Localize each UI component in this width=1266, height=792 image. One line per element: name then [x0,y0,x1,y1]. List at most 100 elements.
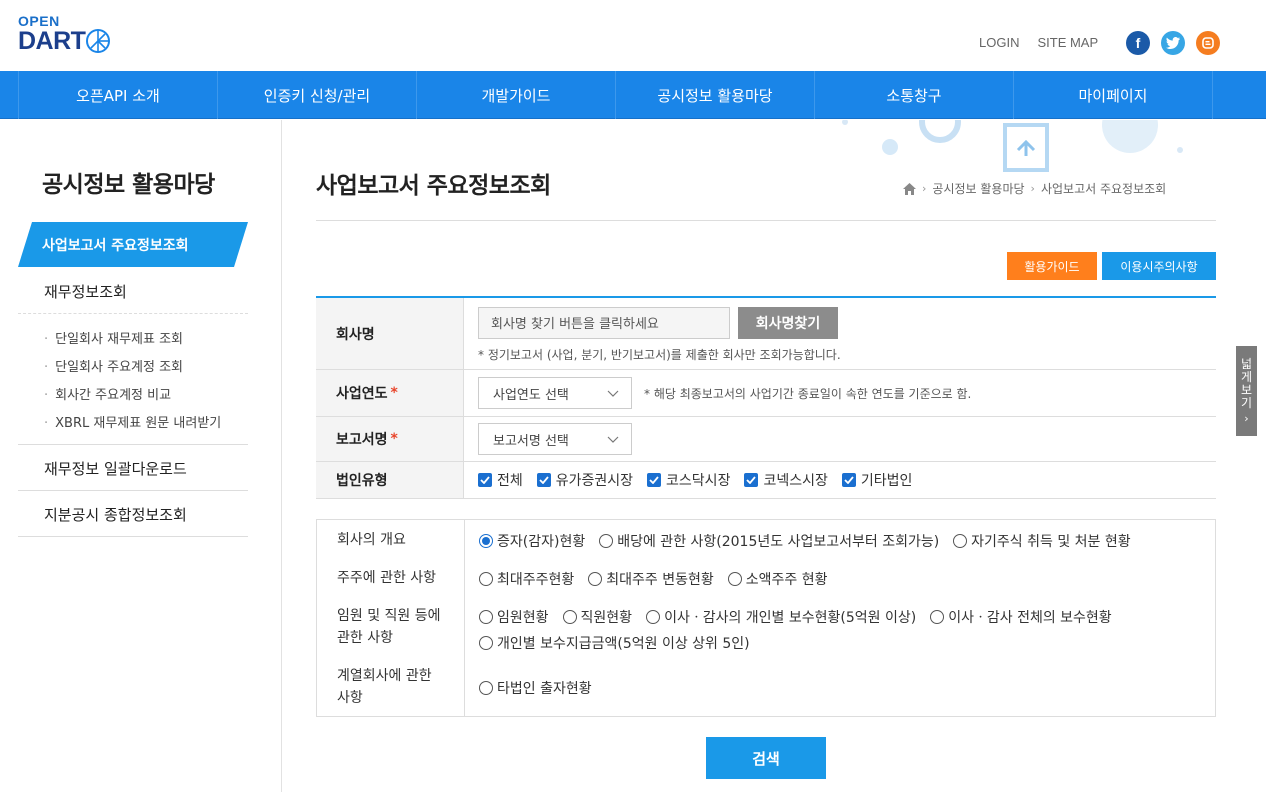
chevron-right-icon: › [922,182,927,195]
checkbox-checked-icon [647,473,662,487]
login-link[interactable]: LOGIN [979,35,1019,50]
radio-other-investment[interactable]: 타법인 출자현황 [479,678,592,698]
group-options-affiliates: 타법인 출자현황 [479,678,606,698]
company-name-input[interactable]: 회사명 찾기 버튼을 클릭하세요 [478,306,730,339]
gnb-item-api-intro[interactable]: 오픈API 소개 [19,71,218,119]
radio-icon [599,534,614,548]
logo-main-text: DART [18,27,86,55]
header-decoration-illustration [842,120,1183,172]
chevron-right-icon: › [1030,182,1035,195]
radio-selected-icon [479,534,493,548]
checkbox-checked-icon [478,473,492,487]
page-title: 사업보고서 주요정보조회 [316,173,551,199]
find-company-button[interactable]: 회사명찾기 [738,306,838,339]
lnb-sub-single-account[interactable]: 단일회사 주요계정 조회 [44,356,183,375]
group-options-overview: 증자(감자)현황 배당에 관한 사항(2015년도 사업보고서부터 조회가능) … [479,531,1145,551]
social-links: f [1126,31,1220,55]
radio-icon [479,681,493,695]
gnb-item-dev-guide[interactable]: 개발가이드 [417,71,616,119]
gnb-item-mypage[interactable]: 마이페이지 [1014,71,1213,119]
corp-type-checkbox-all[interactable]: 전체 [478,470,523,490]
radio-icon [588,572,603,586]
lnb-sub-compare-account[interactable]: 회사간 주요계정 비교 [44,384,171,403]
corp-type-checkbox-konex[interactable]: 코넥스시장 [744,470,828,490]
required-mark: * [390,431,398,447]
company-label: 회사명 [316,298,464,369]
sitemap-link[interactable]: SITE MAP [1037,35,1098,50]
chevron-down-icon [607,436,619,443]
required-mark: * [390,385,398,401]
radio-largest-shareholder-change[interactable]: 최대주주 변동현황 [588,569,714,589]
logo-sunburst-icon [86,29,111,53]
search-button[interactable]: 검색 [706,737,826,779]
breadcrumb: › 공시정보 활용마당 › 사업보고서 주요정보조회 [903,180,1166,197]
report-select[interactable]: 보고서명 선택 [478,423,632,455]
lnb-separator [18,490,248,491]
corp-type-label: 법인유형 [316,462,464,498]
radio-total-pay[interactable]: 이사ㆍ감사 전체의 보수현황 [930,607,1112,627]
group-label-shareholders: 주주에 관한 사항 [337,570,437,586]
company-note: * 정기보고서 (사업, 분기, 반기보고서)를 제출한 회사만 조회가능합니다… [478,347,841,362]
lnb-item-equity-disclosure[interactable]: 지분공시 종합정보조회 [18,504,248,525]
checkbox-checked-icon [744,473,759,487]
radio-icon [930,610,945,624]
lnb-active-label: 사업보고서 주요정보조회 [42,238,189,254]
global-nav: 오픈API 소개 인증키 신청/관리 개발가이드 공시정보 활용마당 소통창구 … [0,71,1266,119]
utility-links: LOGIN SITE MAP [979,35,1098,50]
year-select[interactable]: 사업연도 선택 [478,377,632,409]
radio-dividend[interactable]: 배당에 관한 사항(2015년도 사업보고서부터 조회가능) [599,531,939,551]
radio-top5-pay[interactable]: 개인별 보수지급금액(5억원 이상 상위 5인) [479,633,750,653]
search-form: 회사명 회사명 찾기 버튼을 클릭하세요 회사명찾기 * 정기보고서 (사업, … [316,296,1216,499]
chevron-down-icon [607,390,619,397]
group-label-overview: 회사의 개요 [337,532,406,548]
year-row: 사업연도 * 사업연도 선택 * 해당 최종보고서의 사업기간 종료일이 속한 연… [316,370,1216,417]
lnb-divider [281,120,282,792]
radio-individual-pay[interactable]: 이사ㆍ감사의 개인별 보수현황(5억원 이상) [646,607,916,627]
radio-treasury-stock[interactable]: 자기주식 취득 및 처분 현황 [953,531,1131,551]
company-row: 회사명 회사명 찾기 버튼을 클릭하세요 회사명찾기 * 정기보고서 (사업, … [316,298,1216,370]
radio-capital-change[interactable]: 증자(감자)현황 [479,531,585,551]
radio-icon [479,610,493,624]
group-label-affiliates: 계열회사에 관한 사항 [337,668,432,706]
radio-minority-shareholder[interactable]: 소액주주 현황 [727,569,828,589]
radio-icon [646,610,661,624]
group-options-shareholders: 최대주주현황 최대주주 변동현황 소액주주 현황 [479,569,842,589]
checkbox-checked-icon [536,473,551,487]
year-note: * 해당 최종보고서의 사업기간 종료일이 속한 연도를 기준으로 함. [644,386,972,401]
year-label: 사업연도 [336,386,388,402]
checkbox-checked-icon [841,473,856,487]
corp-type-checkbox-kosdaq[interactable]: 코스닥시장 [647,470,730,490]
home-icon[interactable] [903,182,916,195]
twitter-icon[interactable] [1161,31,1185,55]
lnb-item-business-report[interactable]: 사업보고서 주요정보조회 [18,222,248,267]
corp-type-row: 법인유형 전체 유가증권시장 코스닥시장 코넥스시장 기타법인 [316,462,1216,499]
lnb-separator [18,444,248,445]
breadcrumb-item[interactable]: 공시정보 활용마당 [932,180,1024,197]
gnb-item-auth-key[interactable]: 인증키 신청/관리 [218,71,417,119]
usage-guide-button[interactable]: 활용가이드 [1007,252,1097,280]
blog-icon[interactable] [1196,31,1220,55]
lnb-sub-single-statement[interactable]: 단일회사 재무제표 조회 [44,328,183,347]
report-label: 보고서명 [336,432,388,448]
gnb-item-communication[interactable]: 소통창구 [815,71,1014,119]
report-row: 보고서명 * 보고서명 선택 [316,417,1216,462]
lnb-item-bulk-download[interactable]: 재무정보 일괄다운로드 [18,458,248,479]
radio-icon [562,610,577,624]
radio-executives[interactable]: 임원현황 [479,607,549,627]
radio-largest-shareholder[interactable]: 최대주주현황 [479,569,574,589]
radio-icon [953,534,968,548]
radio-employees[interactable]: 직원현황 [562,607,632,627]
corp-type-checkbox-etc[interactable]: 기타법인 [841,470,912,490]
gnb-item-disclosure-use[interactable]: 공시정보 활용마당 [616,71,815,119]
wide-view-tab[interactable]: 넓 게 보 기 › [1236,346,1257,436]
corp-type-checkbox-kospi[interactable]: 유가증권시장 [536,470,633,490]
lnb-sub-xbrl-download[interactable]: XBRL 재무제표 원문 내려받기 [44,412,221,431]
title-divider [316,220,1216,221]
header: OPEN DART LOGIN SITE MAP f [0,0,1266,71]
group-options-executives: 임원현황 직원현황 이사ㆍ감사의 개인별 보수현황(5억원 이상) 이사ㆍ감사 … [479,607,1199,653]
lnb-item-financial-info[interactable]: 재무정보조회 [18,281,248,302]
opendart-logo[interactable]: OPEN DART [18,14,111,55]
report-options-panel: 회사의 개요 증자(감자)현황 배당에 관한 사항(2015년도 사업보고서부터… [316,519,1216,717]
facebook-icon[interactable]: f [1126,31,1150,55]
usage-notice-button[interactable]: 이용시주의사항 [1102,252,1216,280]
